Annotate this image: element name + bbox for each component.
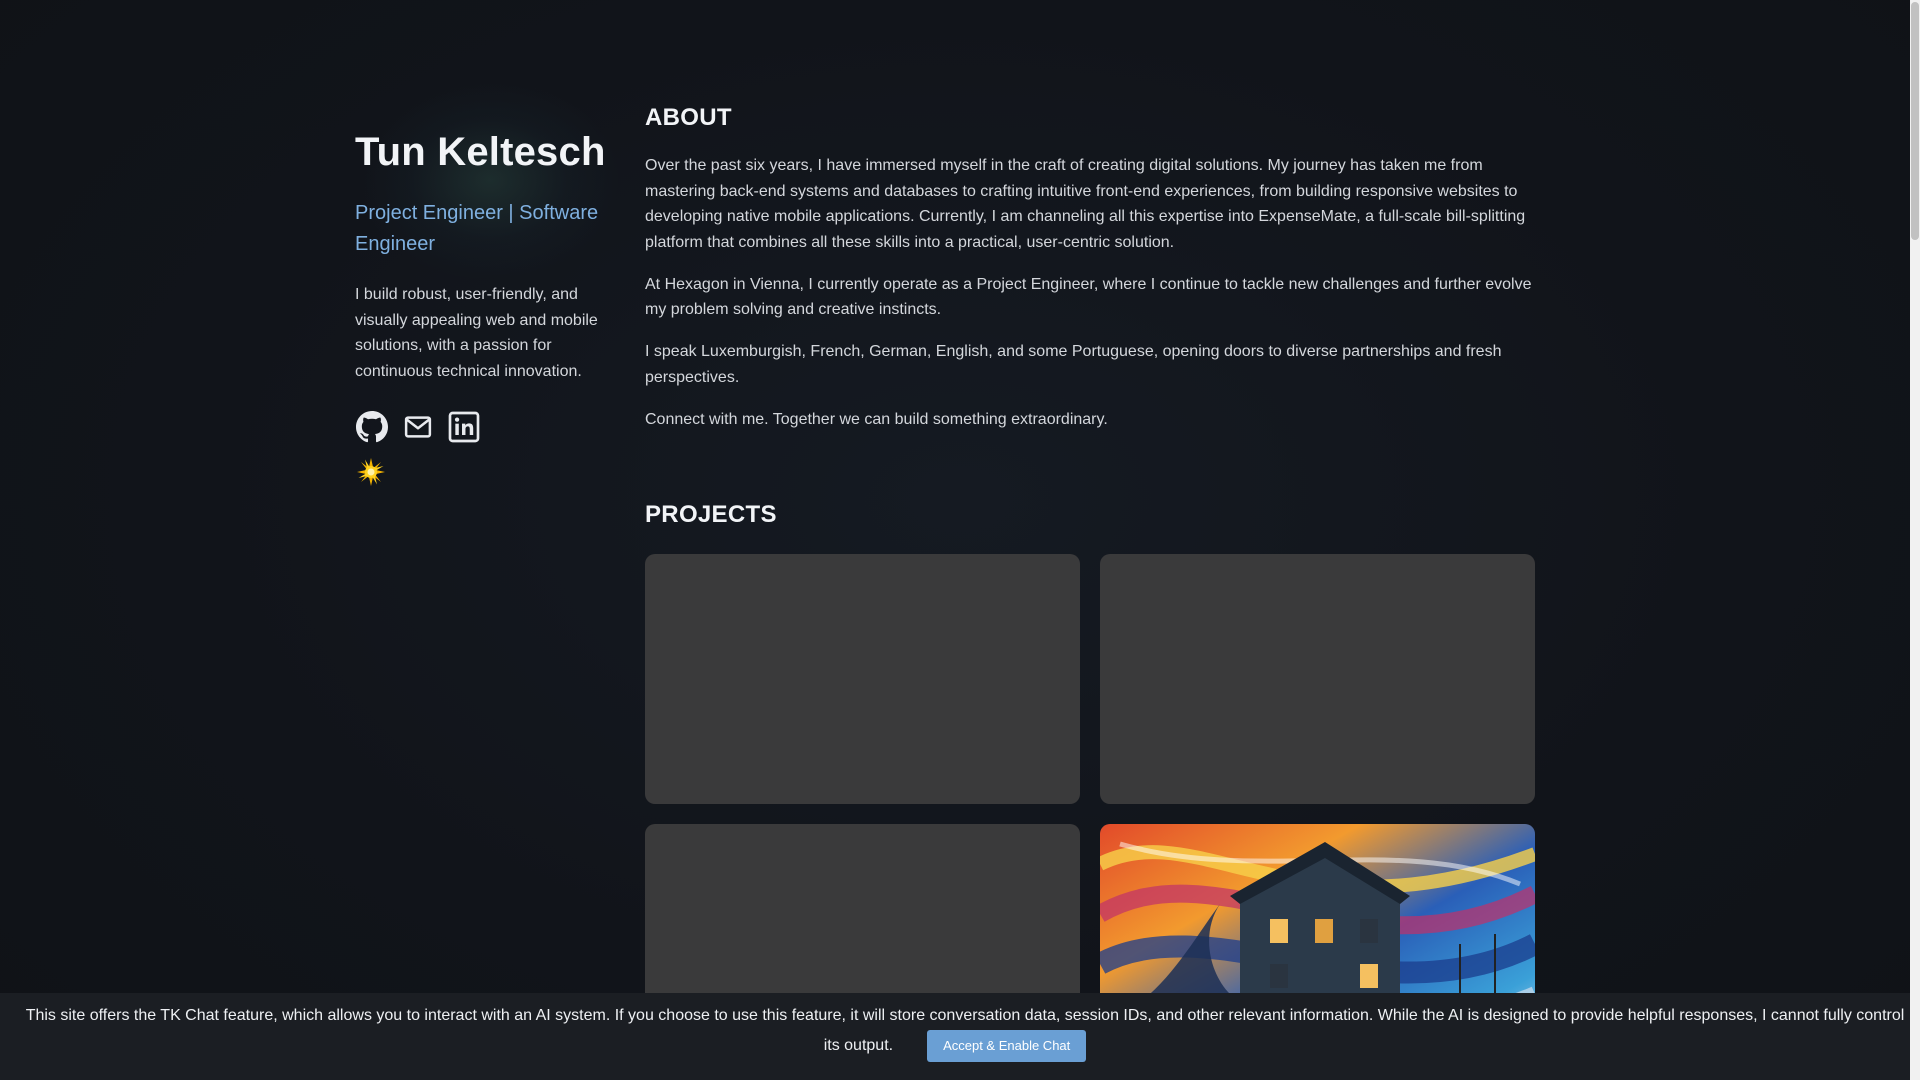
page: Tun Keltesch Project Engineer | Software… bbox=[0, 0, 1920, 1080]
projects-title: PROJECTS bbox=[645, 501, 777, 528]
chat-consent-banner: This site offers the TK Chat feature, wh… bbox=[0, 993, 1910, 1080]
page-scrollbar[interactable] bbox=[1910, 0, 1920, 1080]
about-paragraph: Over the past six years, I have immersed… bbox=[645, 157, 1526, 251]
sun-icon bbox=[357, 458, 385, 486]
projects-section: PROJECTS bbox=[645, 497, 1557, 1074]
about-section: ABOUT Over the past six years, I have im… bbox=[645, 100, 1557, 449]
profile-role: Project Engineer | Software Engineer bbox=[355, 202, 599, 255]
about-paragraphs: Over the past six years, I have immersed… bbox=[645, 153, 1557, 432]
theme-toggle-button[interactable] bbox=[355, 456, 387, 488]
profile-intro: I build robust, user-friendly, and visua… bbox=[355, 286, 598, 380]
about-paragraph: At Hexagon in Vienna, I currently operat… bbox=[645, 275, 1532, 319]
project-card[interactable] bbox=[1100, 554, 1535, 804]
profile-sidebar: Tun Keltesch Project Engineer | Software… bbox=[355, 128, 610, 488]
project-card[interactable] bbox=[645, 554, 1080, 804]
mail-icon bbox=[404, 416, 432, 438]
scrollbar-thumb[interactable] bbox=[1911, 2, 1919, 240]
profile-name: Tun Keltesch bbox=[355, 130, 606, 174]
github-link[interactable] bbox=[355, 410, 389, 444]
social-links bbox=[355, 410, 610, 444]
about-paragraph: Connect with me. Together we can build s… bbox=[645, 410, 1108, 428]
about-paragraph: I speak Luxemburgish, French, German, En… bbox=[645, 343, 1502, 386]
about-title: ABOUT bbox=[645, 104, 732, 131]
github-icon bbox=[356, 411, 388, 443]
linkedin-icon bbox=[448, 411, 480, 443]
linkedin-link[interactable] bbox=[447, 410, 481, 444]
email-link[interactable] bbox=[401, 410, 435, 444]
accept-enable-chat-button[interactable]: Accept & Enable Chat bbox=[927, 1030, 1087, 1062]
